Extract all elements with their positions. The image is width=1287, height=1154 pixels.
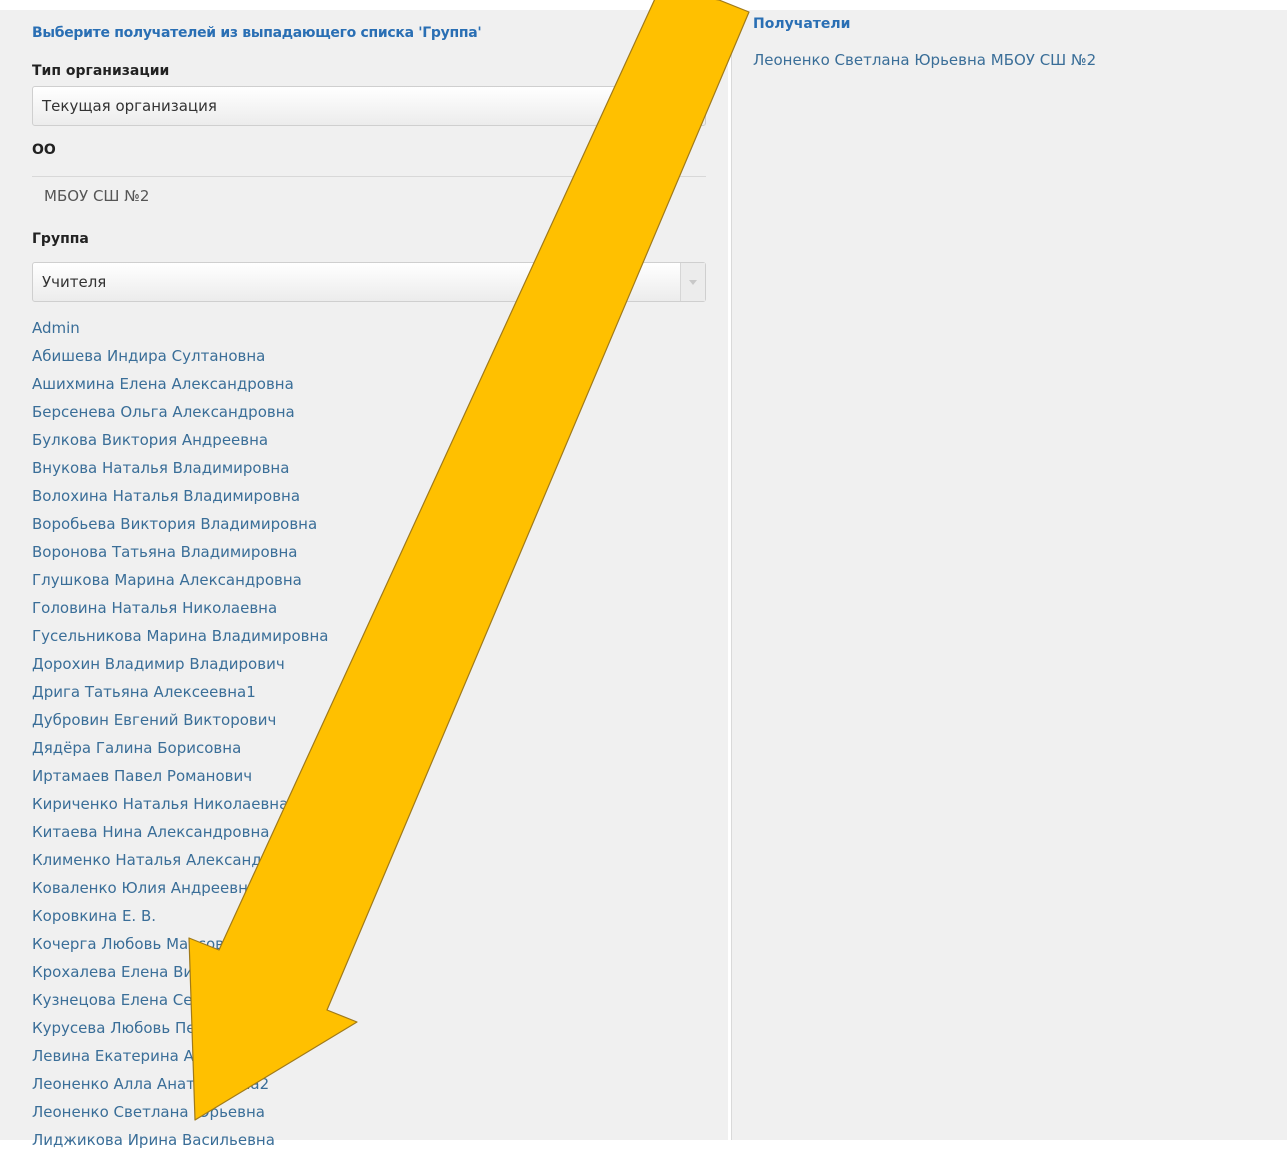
- recipients-title: Получатели: [753, 16, 851, 32]
- user-item[interactable]: Внукова Наталья Владимировна: [32, 454, 328, 482]
- user-item[interactable]: Китаева Нина Александровна: [32, 818, 328, 846]
- user-item[interactable]: Ашихмина Елена Александровна: [32, 370, 328, 398]
- recipients-list: Леоненко Светлана Юрьевна МБОУ СШ №2: [753, 48, 1096, 72]
- user-item[interactable]: Иртамаев Павел Романович: [32, 762, 328, 790]
- user-item[interactable]: Волохина Наталья Владимировна: [32, 482, 328, 510]
- org-label: ОО: [32, 142, 56, 158]
- group-select[interactable]: Учителя: [32, 262, 706, 302]
- users-list: Admin Абишева Индира Султановна Ашихмина Е…: [32, 314, 328, 1154]
- user-item[interactable]: Дубровин Евгений Викторович: [32, 706, 328, 734]
- user-item[interactable]: Глушкова Марина Александровна: [32, 566, 328, 594]
- recipient-item[interactable]: Леоненко Светлана Юрьевна МБОУ СШ №2: [753, 48, 1096, 72]
- user-item[interactable]: Кочерга Любовь Марсовна: [32, 930, 328, 958]
- org-value: МБОУ СШ №2: [32, 176, 706, 205]
- user-item[interactable]: Леоненко Алла Анатольевна2: [32, 1070, 328, 1098]
- user-item[interactable]: Леоненко Светлана Юрьевна: [32, 1098, 328, 1126]
- org-type-value: Текущая организация: [42, 97, 217, 115]
- user-item[interactable]: Кириченко Наталья Николаевна: [32, 790, 328, 818]
- group-label: Группа: [32, 231, 89, 247]
- user-item[interactable]: Коваленко Юлия Андреевна: [32, 874, 328, 902]
- org-type-label: Тип организации: [32, 63, 170, 79]
- dropdown-toggle[interactable]: [680, 263, 705, 301]
- user-item[interactable]: Головина Наталья Николаевна: [32, 594, 328, 622]
- group-value: Учителя: [42, 273, 107, 291]
- user-item[interactable]: Admin: [32, 314, 328, 342]
- org-value-text: МБОУ СШ №2: [44, 187, 150, 205]
- user-item[interactable]: Крохалева Елена Викторовна: [32, 958, 328, 986]
- instruction-text: Выберите получателей из выпадающего спис…: [32, 25, 482, 41]
- user-item[interactable]: Лиджикова Ирина Васильевна: [32, 1126, 328, 1154]
- recipients-panel: Получатели Леоненко Светлана Юрьевна МБО…: [731, 10, 1287, 1140]
- user-item[interactable]: Дядёра Галина Борисовна: [32, 734, 328, 762]
- user-item[interactable]: Абишева Индира Султановна: [32, 342, 328, 370]
- chevron-down-icon: [689, 279, 697, 285]
- user-item[interactable]: Кузнецова Елена Сергеевна1: [32, 986, 328, 1014]
- user-item[interactable]: Гусельникова Марина Владимировна: [32, 622, 328, 650]
- user-item[interactable]: Коровкина Е. В.: [32, 902, 328, 930]
- user-item[interactable]: Дорохин Владимир Владирович: [32, 650, 328, 678]
- user-item[interactable]: Берсенева Ольга Александровна: [32, 398, 328, 426]
- user-item[interactable]: Клименко Наталья Александровна: [32, 846, 328, 874]
- user-item[interactable]: Дрига Татьяна Алексеевна1: [32, 678, 328, 706]
- org-type-select[interactable]: Текущая организация: [32, 86, 706, 126]
- user-item[interactable]: Левина Екатерина Андреевна1: [32, 1042, 328, 1070]
- user-item[interactable]: Воронова Татьяна Владимировна: [32, 538, 328, 566]
- user-item[interactable]: Воробьева Виктория Владимировна: [32, 510, 328, 538]
- user-item[interactable]: Курусева Любовь Петровна: [32, 1014, 328, 1042]
- recipient-selection-panel: Выберите получателей из выпадающего спис…: [0, 10, 728, 1149]
- user-item[interactable]: Булкова Виктория Андреевна: [32, 426, 328, 454]
